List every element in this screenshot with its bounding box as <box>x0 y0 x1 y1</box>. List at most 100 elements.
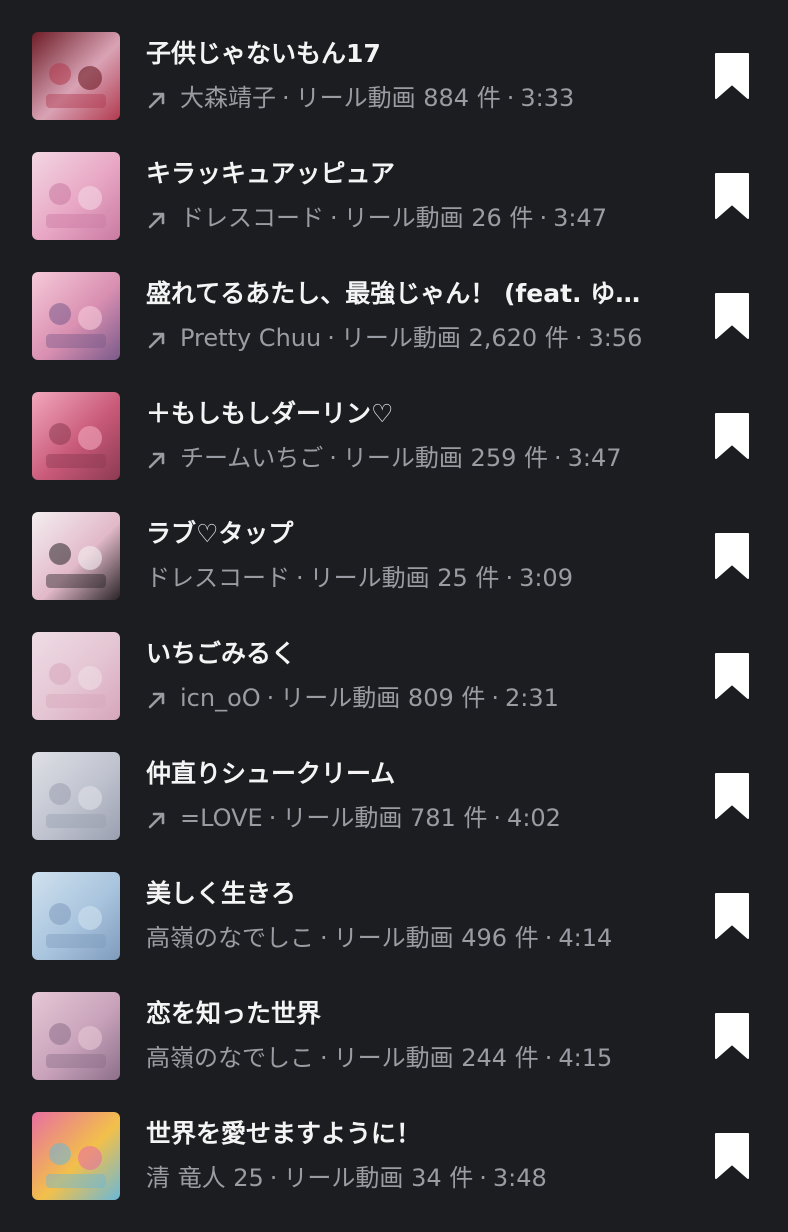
separator-dot: · <box>268 804 277 832</box>
track-subtitle: 清 竜人 25 · リール動画 34 件 · 3:48 <box>146 1162 706 1194</box>
separator-dot: · <box>329 444 337 472</box>
track-row[interactable]: ラブ♡タップ ドレスコード · リール動画 25 件 · 3:09 <box>0 512 788 632</box>
bookmark-icon[interactable] <box>714 52 750 100</box>
bookmark-icon[interactable] <box>714 1012 750 1060</box>
separator-dot: · <box>505 564 514 592</box>
album-art-thumbnail[interactable] <box>32 32 120 120</box>
album-art-thumbnail[interactable] <box>32 392 120 480</box>
artist-name[interactable]: =LOVE <box>180 802 263 834</box>
bookmark-icon[interactable] <box>714 652 750 700</box>
reel-count: リール動画 496 件 <box>333 924 539 952</box>
album-art-thumbnail[interactable] <box>32 872 120 960</box>
bookmark-icon[interactable] <box>714 772 750 820</box>
track-subtitle: 大森靖子 · リール動画 884 件 · 3:33 <box>146 82 706 114</box>
reel-count: リール動画 26 件 <box>343 204 534 232</box>
track-subtitle: Pretty Chuu · リール動画 2,620 件 · 3:56 <box>146 322 706 354</box>
track-row[interactable]: 子供じゃないもん17 大森靖子 · リール動画 884 件 · 3:33 <box>0 32 788 152</box>
reel-count: リール動画 781 件 <box>282 804 488 832</box>
artist-name[interactable]: 高嶺のなでしこ <box>146 922 314 954</box>
track-subtitle: =LOVE · リール動画 781 件 · 4:02 <box>146 802 706 834</box>
track-duration: 3:47 <box>553 204 607 232</box>
track-duration: 4:15 <box>558 1044 613 1072</box>
track-row[interactable]: 恋を知った世界 高嶺のなでしこ · リール動画 244 件 · 4:15 <box>0 992 788 1112</box>
track-title: ＋もしもしダーリン♡ <box>146 399 394 428</box>
album-art-thumbnail[interactable] <box>32 512 120 600</box>
external-arrow-icon <box>146 87 168 109</box>
external-arrow-icon <box>146 807 168 829</box>
reel-count: リール動画 25 件 <box>309 564 500 592</box>
external-arrow-icon <box>146 327 168 349</box>
track-title: いちごみるく <box>146 639 297 668</box>
track-row[interactable]: 盛れてるあたし、最強じゃん！ (feat. ゆ… Pretty Chuu · リール動… <box>0 272 788 392</box>
bookmark-icon[interactable] <box>714 412 750 460</box>
album-art-thumbnail[interactable] <box>32 992 120 1080</box>
artist-name[interactable]: 清 竜人 25 <box>146 1162 264 1194</box>
separator-dot: · <box>320 924 328 952</box>
external-arrow-icon <box>146 447 168 469</box>
track-duration: 3:47 <box>567 444 622 472</box>
track-subtitle: ドレスコード · リール動画 26 件 · 3:47 <box>146 202 706 234</box>
bookmark-icon[interactable] <box>714 172 750 220</box>
artist-name[interactable]: icn_oO <box>180 682 261 714</box>
separator-dot: · <box>269 1164 278 1192</box>
separator-dot: · <box>574 324 583 352</box>
artist-name[interactable]: ドレスコード <box>146 562 290 594</box>
track-duration: 3:33 <box>520 84 575 112</box>
bookmark-icon[interactable] <box>714 292 750 340</box>
track-title: 恋を知った世界 <box>146 999 322 1028</box>
track-row[interactable]: 仲直りシュークリーム =LOVE · リール動画 781 件 · 4:02 <box>0 752 788 872</box>
track-title: キラッキュアッピュア <box>146 159 396 188</box>
track-row[interactable]: 美しく生きろ 高嶺のなでしこ · リール動画 496 件 · 4:14 <box>0 872 788 992</box>
separator-dot: · <box>296 564 304 592</box>
bookmark-icon[interactable] <box>714 1132 750 1180</box>
music-track-list: 子供じゃないもん17 大森靖子 · リール動画 884 件 · 3:33 キラッキュアッピュ… <box>0 0 788 1200</box>
album-art-thumbnail[interactable] <box>32 152 120 240</box>
separator-dot: · <box>320 1044 328 1072</box>
track-row[interactable]: 世界を愛せますように！清 竜人 25 · リール動画 34 件 · 3:48 <box>0 1112 788 1232</box>
track-row[interactable]: いちごみるく icn_oO · リール動画 809 件 · 2:31 <box>0 632 788 752</box>
separator-dot: · <box>554 444 562 472</box>
track-title: 仲直りシュークリーム <box>146 759 396 788</box>
artist-name[interactable]: 大森靖子 <box>180 82 276 114</box>
separator-dot: · <box>506 84 515 112</box>
separator-dot: · <box>544 1044 553 1072</box>
separator-dot: · <box>491 684 500 712</box>
track-subtitle: icn_oO · リール動画 809 件 · 2:31 <box>146 682 706 714</box>
track-duration: 4:02 <box>507 804 561 832</box>
separator-dot: · <box>493 804 502 832</box>
track-subtitle: チームいちご · リール動画 259 件 · 3:47 <box>146 442 706 474</box>
track-title: 美しく生きろ <box>146 879 297 908</box>
track-row[interactable]: キラッキュアッピュア ドレスコード · リール動画 26 件 · 3:47 <box>0 152 788 272</box>
separator-dot: · <box>327 324 335 352</box>
track-title: ラブ♡タップ <box>146 519 294 548</box>
separator-dot: · <box>539 204 548 232</box>
external-arrow-icon <box>146 207 168 229</box>
separator-dot: · <box>330 204 338 232</box>
track-duration: 3:48 <box>492 1164 547 1192</box>
reel-count: リール動画 34 件 <box>283 1164 474 1192</box>
reel-count: リール動画 2,620 件 <box>340 324 569 352</box>
reel-count: リール動画 259 件 <box>342 444 548 472</box>
track-duration: 2:31 <box>505 684 559 712</box>
track-subtitle: 高嶺のなでしこ · リール動画 244 件 · 4:15 <box>146 1042 706 1074</box>
track-title: 子供じゃないもん17 <box>146 39 381 68</box>
track-subtitle: 高嶺のなでしこ · リール動画 496 件 · 4:14 <box>146 922 706 954</box>
bookmark-icon[interactable] <box>714 892 750 940</box>
track-duration: 4:14 <box>558 924 613 952</box>
album-art-thumbnail[interactable] <box>32 632 120 720</box>
track-subtitle: ドレスコード · リール動画 25 件 · 3:09 <box>146 562 706 594</box>
album-art-thumbnail[interactable] <box>32 752 120 840</box>
separator-dot: · <box>479 1164 487 1192</box>
album-art-thumbnail[interactable] <box>32 272 120 360</box>
track-duration: 3:09 <box>519 564 573 592</box>
artist-name[interactable]: ドレスコード <box>180 202 324 234</box>
separator-dot: · <box>266 684 275 712</box>
artist-name[interactable]: チームいちご <box>180 442 323 474</box>
artist-name[interactable]: Pretty Chuu <box>180 322 321 354</box>
album-art-thumbnail[interactable] <box>32 1112 120 1200</box>
bookmark-icon[interactable] <box>714 532 750 580</box>
artist-name[interactable]: 高嶺のなでしこ <box>146 1042 314 1074</box>
reel-count: リール動画 244 件 <box>333 1044 539 1072</box>
track-row[interactable]: ＋もしもしダーリン♡ チームいちご · リール動画 259 件 · 3:47 <box>0 392 788 512</box>
track-duration: 3:56 <box>588 324 643 352</box>
